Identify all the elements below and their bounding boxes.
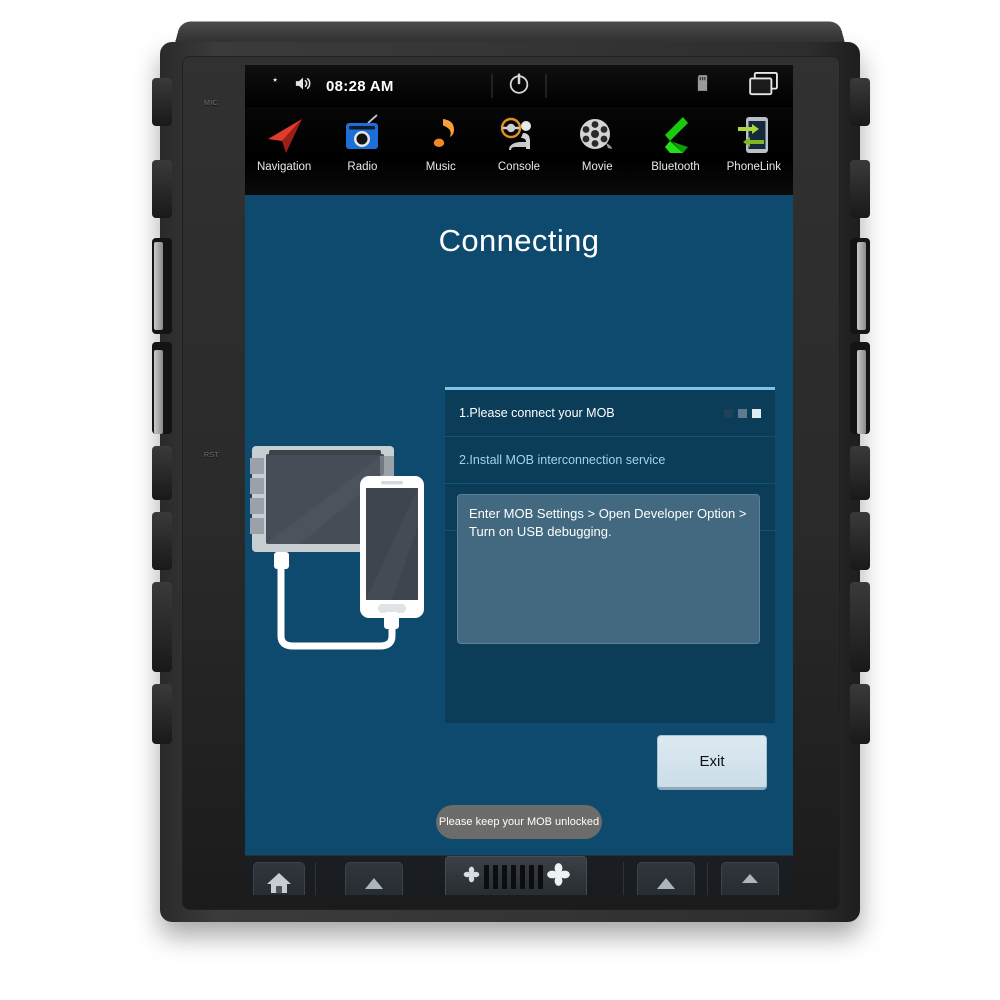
- nav-buttons-panel: [253, 862, 305, 895]
- home-icon[interactable]: [266, 871, 292, 895]
- moon-star-icon[interactable]: [261, 74, 280, 98]
- fan-bar-5: [519, 865, 525, 889]
- app-navigation[interactable]: Navigation: [247, 110, 321, 173]
- mount-tab-right-6: [850, 512, 870, 570]
- sd-card-icon[interactable]: [696, 75, 709, 97]
- temp-up-arrow[interactable]: [742, 874, 758, 883]
- app-label: Radio: [347, 161, 378, 173]
- music-note-icon: [417, 110, 465, 160]
- status-divider-right: [545, 74, 547, 98]
- progress-dot-3: [752, 408, 761, 418]
- app-dock: Navigation Radio Music Console Movie Blu…: [245, 107, 793, 195]
- mount-tab-left-5: [152, 446, 172, 500]
- fan-small-icon: [463, 866, 480, 888]
- steering-wheel-seat-icon: [495, 110, 543, 160]
- mount-tab-left-7: [152, 582, 172, 672]
- radio-icon: [338, 110, 386, 160]
- mount-tab-right-5: [850, 446, 870, 500]
- app-phonelink[interactable]: PhoneLink: [717, 110, 791, 173]
- step-row-1[interactable]: 1.Please connect your MOB: [445, 390, 775, 437]
- status-bar-center-group: [478, 71, 561, 101]
- fan-bar-7: [537, 865, 543, 889]
- page-title: Connecting: [438, 223, 600, 258]
- left-temp-rocker[interactable]: [345, 862, 403, 895]
- fan-bar-6: [528, 865, 534, 889]
- unlock-toast: Please keep your MOB unlocked: [436, 805, 602, 839]
- mount-tab-left-6: [152, 512, 172, 570]
- bluetooth-icon: [652, 110, 700, 160]
- app-radio[interactable]: Radio: [325, 110, 399, 173]
- app-label: Navigation: [256, 161, 312, 173]
- usb-debug-hint-text: Enter MOB Settings > Open Developer Opti…: [469, 506, 747, 539]
- temperature-panel[interactable]: 10: [721, 862, 779, 895]
- fan-bar-3: [501, 865, 507, 889]
- right-temp-rocker[interactable]: [637, 862, 695, 895]
- mount-tab-left-2: [152, 160, 172, 218]
- app-label: Music: [425, 161, 456, 173]
- climate-divider-1: [315, 862, 316, 895]
- mount-tab-right-8: [850, 684, 870, 744]
- fan-speed-slider[interactable]: [445, 856, 587, 895]
- mount-tab-right-1: [850, 78, 870, 126]
- mount-rail-right-2: [857, 350, 866, 434]
- phone-link-icon: [730, 110, 778, 160]
- step-1-label: 1.Please connect your MOB: [459, 406, 615, 420]
- power-icon[interactable]: [507, 71, 532, 101]
- phonelink-connecting-screen: Connecting 1.Please connect your MOB 2.I…: [245, 195, 793, 855]
- mount-rail-left-2: [154, 350, 163, 434]
- speaker-icon[interactable]: [293, 74, 313, 98]
- app-console[interactable]: Console: [482, 110, 556, 173]
- progress-dot-1: [724, 408, 733, 418]
- app-label: Bluetooth: [651, 161, 700, 173]
- progress-dots: [724, 408, 761, 418]
- fan-bar-2: [492, 865, 498, 889]
- climate-divider-2: [623, 862, 624, 895]
- mount-rail-right-1: [857, 242, 866, 330]
- app-bluetooth[interactable]: Bluetooth: [639, 110, 713, 173]
- app-music[interactable]: Music: [404, 110, 478, 173]
- connection-illustration: [250, 440, 450, 680]
- fan-bar-4: [510, 865, 516, 889]
- app-movie[interactable]: Movie: [560, 110, 634, 173]
- status-bar-left-group: 08:28 AM: [245, 74, 394, 98]
- right-temp-up-arrow[interactable]: [657, 878, 675, 889]
- mount-tab-right-2: [850, 160, 870, 218]
- status-divider-left: [491, 74, 493, 98]
- app-label: Movie: [581, 161, 613, 173]
- step-row-2[interactable]: 2.Install MOB interconnection service: [445, 437, 775, 484]
- climate-control-bar: A/C SYNC AUTO OFF: [245, 855, 793, 895]
- recent-apps-icon[interactable]: [749, 71, 779, 101]
- step-2-label: 2.Install MOB interconnection service: [459, 453, 666, 467]
- progress-dot-2: [738, 408, 747, 418]
- connection-steps-card: 1.Please connect your MOB 2.Install MOB …: [445, 387, 775, 723]
- status-bar: 08:28 AM: [245, 65, 793, 107]
- mount-tab-left-1: [152, 78, 172, 126]
- app-label: Console: [497, 161, 541, 173]
- mount-tab-left-8: [152, 684, 172, 744]
- fan-bar-1: [483, 865, 489, 889]
- bezel-label-rst: RST: [204, 452, 220, 459]
- fan-large-icon: [546, 863, 570, 891]
- status-clock: 08:28 AM: [326, 77, 394, 95]
- climate-divider-3: [707, 862, 708, 895]
- film-reel-icon: [573, 110, 621, 160]
- exit-button[interactable]: Exit: [657, 735, 767, 790]
- navigation-arrow-icon: [260, 110, 308, 160]
- mount-tab-right-7: [850, 582, 870, 672]
- status-bar-right-group: [696, 71, 779, 101]
- left-temp-up-arrow[interactable]: [365, 878, 383, 889]
- mount-rail-left-1: [154, 242, 163, 330]
- app-label: PhoneLink: [726, 161, 781, 173]
- usb-debug-hint-box: Enter MOB Settings > Open Developer Opti…: [457, 494, 760, 644]
- lcd-screen: 08:28 AM Navigation Radio Music Console …: [245, 65, 793, 895]
- bezel-label-mic: MIC: [204, 100, 219, 107]
